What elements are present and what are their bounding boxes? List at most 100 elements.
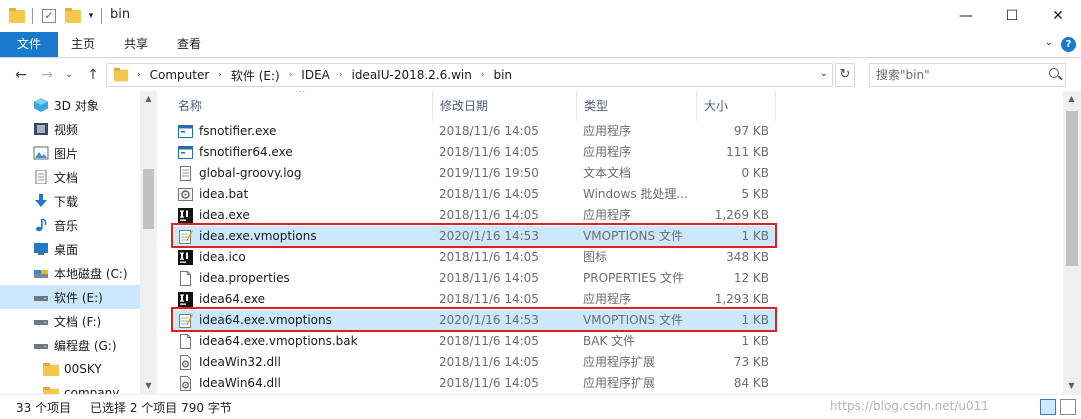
nav-label: 桌面 xyxy=(54,242,79,257)
close-button[interactable]: ✕ xyxy=(1035,0,1081,32)
column-header-type[interactable]: 类型 xyxy=(564,91,678,121)
nav-item-00sky[interactable]: 00SKY xyxy=(0,357,140,381)
maximize-button[interactable]: ☐ xyxy=(989,0,1035,32)
file-size: 84 KB xyxy=(733,376,769,390)
file-list: 名称 ^ 修改日期 类型 大小 fsnotifier.exe 2018/11/6 … xyxy=(158,91,1063,394)
file-date: 2018/11/6 14:05 xyxy=(439,271,539,285)
large-icons-view-icon[interactable] xyxy=(1060,399,1076,415)
folder-icon xyxy=(8,7,26,24)
properties-check-icon[interactable]: ✓ xyxy=(40,8,58,24)
nav-label: 3D 对象 xyxy=(54,98,99,113)
file-size: 1,293 KB xyxy=(714,292,769,306)
details-view-icon[interactable] xyxy=(1040,399,1056,415)
file-type: 应用程序 xyxy=(583,145,632,159)
nav-scrollbar[interactable]: ▲ ▼ xyxy=(140,91,157,394)
3d-objects-icon xyxy=(34,98,48,112)
tab-home[interactable]: 主页 xyxy=(58,32,108,57)
drive-icon xyxy=(34,296,48,301)
file-size: 0 KB xyxy=(741,166,769,180)
scroll-down-icon[interactable]: ▼ xyxy=(1063,378,1080,394)
file-row[interactable]: global-groovy.log 2019/11/6 19:50 文本文档 0 KB xyxy=(174,163,777,184)
column-header-size[interactable]: 大小 xyxy=(684,91,774,121)
tab-file[interactable]: 文件 xyxy=(0,32,58,57)
file-type: 应用程序 xyxy=(583,208,632,222)
nav-item-company[interactable]: company xyxy=(0,381,140,394)
drive-icon xyxy=(34,270,48,278)
breadcrumb-ideaiu[interactable]: ideaIU-2018.2.6.win xyxy=(351,68,471,82)
breadcrumb-separator: › xyxy=(218,70,222,80)
breadcrumb-separator: › xyxy=(288,70,293,80)
file-row[interactable]: idea.exe 2018/11/6 14:05 应用程序 1,269 KB xyxy=(174,205,777,226)
nav-item-downloads[interactable]: 下载 xyxy=(0,189,140,213)
file-size: 1 KB xyxy=(741,313,769,327)
file-name: idea64.exe.vmoptions xyxy=(199,313,332,327)
scroll-up-icon[interactable]: ▲ xyxy=(140,91,157,107)
file-row[interactable]: idea64.exe 2018/11/6 14:05 应用程序 1,293 KB xyxy=(174,289,777,310)
file-row[interactable]: idea64.exe.vmoptions.bak 2018/11/6 14:05 B… xyxy=(174,331,777,352)
documents-icon xyxy=(35,170,47,184)
nav-item-music[interactable]: 音乐 xyxy=(0,213,140,237)
nav-item-drive-c[interactable]: 本地磁盘 (C:) xyxy=(0,261,140,285)
file-row[interactable]: idea.properties 2018/11/6 14:05 PROPERTIES… xyxy=(174,268,777,289)
up-button[interactable]: ↑ xyxy=(84,66,102,84)
file-list-scroll-thumb[interactable] xyxy=(1066,111,1078,266)
breadcrumb-computer[interactable]: Computer xyxy=(150,68,210,82)
nav-item-desktop[interactable]: 桌面 xyxy=(0,237,140,261)
breadcrumb-separator: › xyxy=(137,70,141,80)
file-type: PROPERTIES 文件 xyxy=(583,271,685,285)
file-name: idea.exe xyxy=(199,208,250,222)
dll-file-icon xyxy=(178,355,193,370)
nav-item-drive-f[interactable]: 文档 (F:) xyxy=(0,309,140,333)
file-list-scrollbar[interactable]: ▲ ▼ xyxy=(1063,91,1081,394)
file-name: IdeaWin32.dll xyxy=(199,355,281,369)
nav-label: 音乐 xyxy=(54,218,79,233)
file-name: fsnotifier.exe xyxy=(199,124,277,138)
column-divider[interactable] xyxy=(775,91,776,121)
file-row[interactable]: fsnotifier64.exe 2018/11/6 14:05 应用程序 111 K… xyxy=(174,142,777,163)
refresh-button[interactable]: ↻ xyxy=(835,63,855,87)
recent-locations-button[interactable]: ⌄ xyxy=(60,66,78,84)
video-icon xyxy=(34,123,48,135)
quick-access-dropdown-icon[interactable]: ▾ xyxy=(86,8,96,24)
file-row[interactable]: idea.exe.vmoptions 2020/1/16 14:53 VMOPTIO… xyxy=(174,226,777,247)
file-type: BAK 文件 xyxy=(583,334,636,348)
nav-item-pictures[interactable]: 图片 xyxy=(0,141,140,165)
tab-view[interactable]: 查看 xyxy=(164,32,214,57)
file-date: 2018/11/6 14:05 xyxy=(439,208,539,222)
scroll-down-icon[interactable]: ▼ xyxy=(140,378,157,394)
breadcrumb-bin[interactable]: bin xyxy=(493,68,512,82)
nav-item-videos[interactable]: 视频 xyxy=(0,117,140,141)
new-folder-icon[interactable] xyxy=(64,7,82,24)
ribbon-expand-icon[interactable]: ⌄ xyxy=(1045,37,1053,48)
nav-scroll-thumb[interactable] xyxy=(143,169,154,229)
back-button[interactable]: ← xyxy=(12,66,30,84)
forward-button[interactable]: → xyxy=(38,66,56,84)
search-input[interactable]: 搜索"bin" xyxy=(869,63,1066,87)
file-row[interactable]: idea64.exe.vmoptions 2020/1/16 14:53 VMOPT… xyxy=(174,310,777,331)
column-header-name[interactable]: 名称 xyxy=(158,91,420,121)
file-row[interactable]: idea.ico 2018/11/6 14:05 图标 348 KB xyxy=(174,247,777,268)
nav-item-documents[interactable]: 文档 xyxy=(0,165,140,189)
file-date: 2020/1/16 14:53 xyxy=(439,229,539,243)
file-row[interactable]: idea.bat 2018/11/6 14:05 Windows 批处理... 5 K… xyxy=(174,184,777,205)
tab-share[interactable]: 共享 xyxy=(110,32,162,57)
file-size: 73 KB xyxy=(733,355,769,369)
help-icon[interactable]: ? xyxy=(1061,37,1076,52)
file-type: 应用程序扩展 xyxy=(583,355,656,369)
breadcrumb-drive-e[interactable]: 软件 (E:) xyxy=(231,67,280,84)
blank-file-icon xyxy=(178,271,193,286)
address-bar[interactable]: › Computer › 软件 (E:) › IDEA › ideaIU-201… xyxy=(106,63,833,87)
column-header-date[interactable]: 修改日期 xyxy=(420,91,562,121)
file-size: 5 KB xyxy=(741,187,769,201)
address-dropdown-icon[interactable]: ⌄ xyxy=(820,68,828,79)
nav-item-drive-g[interactable]: 编程盘 (G:) xyxy=(0,333,140,357)
nav-item-drive-e[interactable]: 软件 (E:) xyxy=(0,285,140,309)
file-row[interactable]: IdeaWin32.dll 2018/11/6 14:05 应用程序扩展 73 KB xyxy=(174,352,777,373)
nav-label: 文档 (F:) xyxy=(54,314,102,329)
nav-item-3d-objects[interactable]: 3D 对象 xyxy=(0,93,140,117)
scroll-up-icon[interactable]: ▲ xyxy=(1063,91,1080,107)
minimize-button[interactable]: — xyxy=(943,0,989,32)
breadcrumb-idea[interactable]: IDEA xyxy=(301,68,330,82)
file-row[interactable]: IdeaWin64.dll 2018/11/6 14:05 应用程序扩展 84 KB xyxy=(174,373,777,394)
file-row[interactable]: fsnotifier.exe 2018/11/6 14:05 应用程序 97 KB xyxy=(174,121,777,142)
